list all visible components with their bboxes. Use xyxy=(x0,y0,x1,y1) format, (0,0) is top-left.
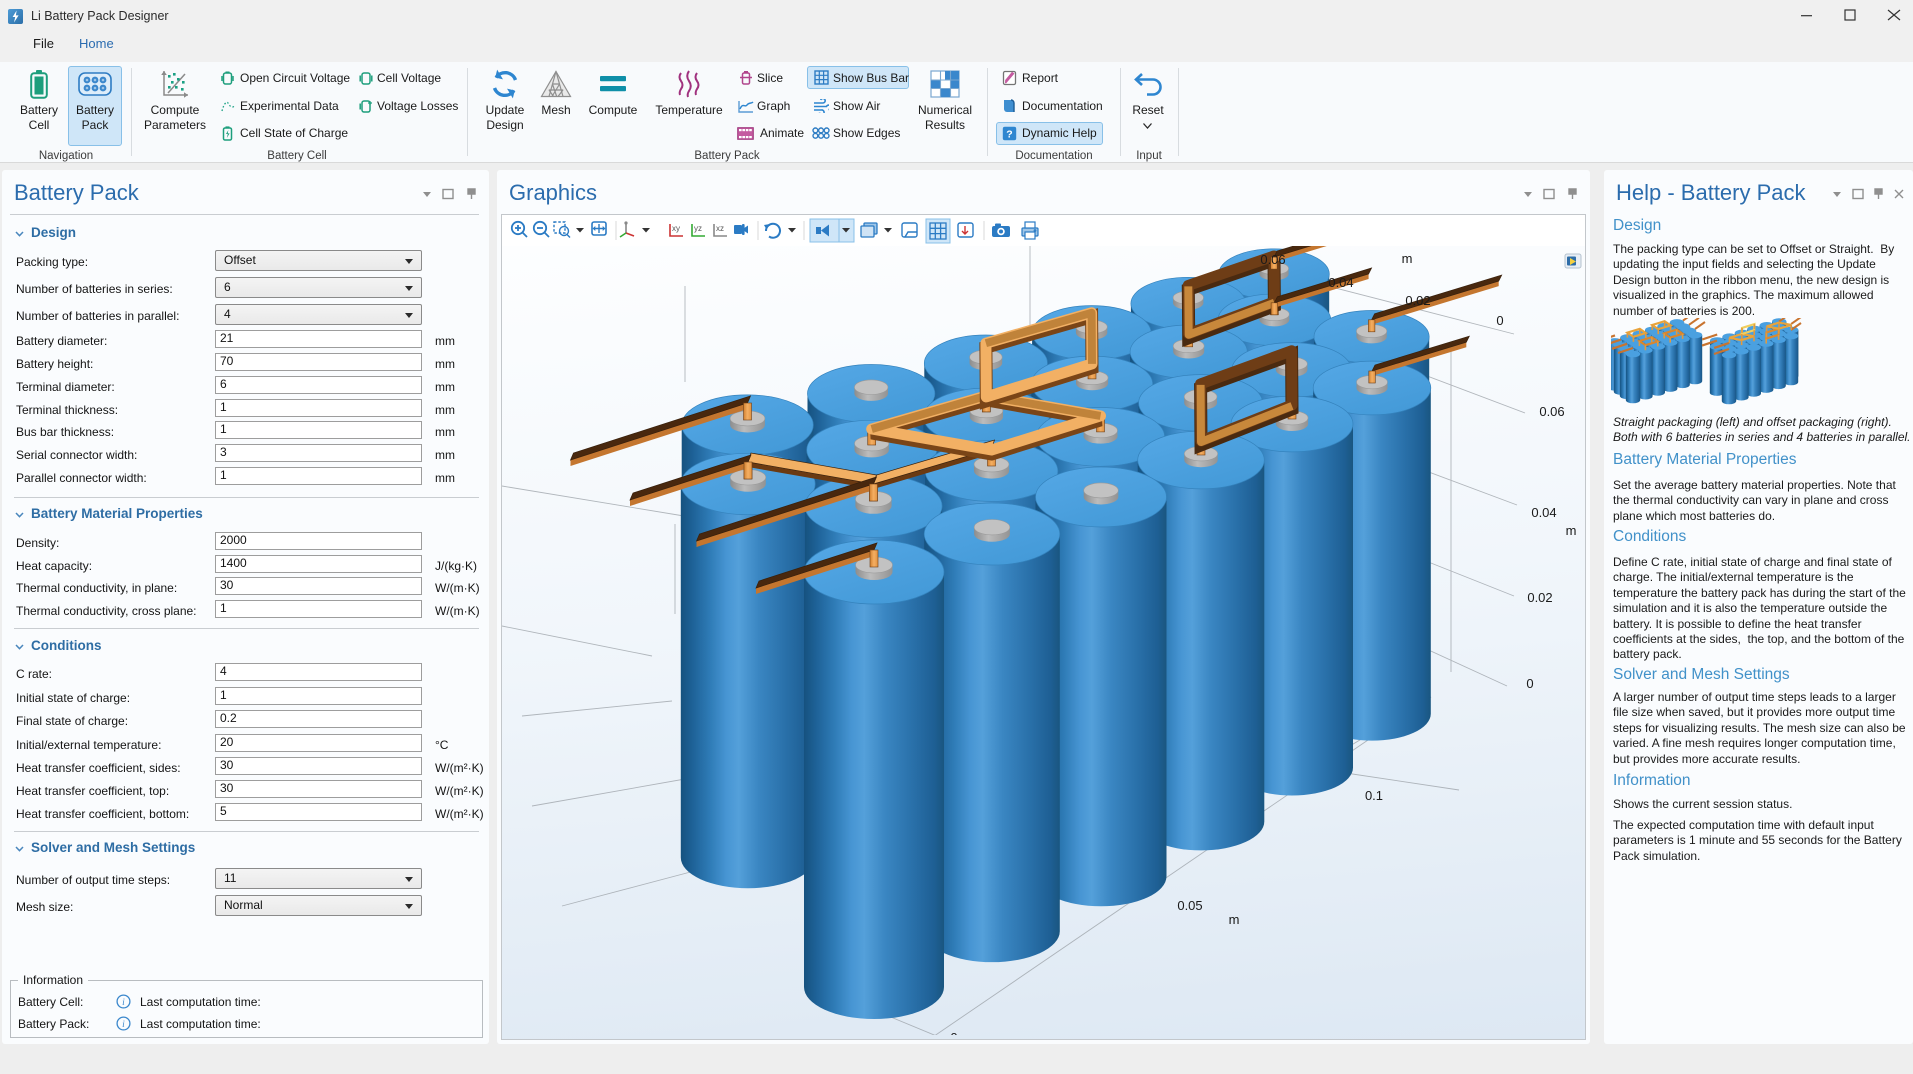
svg-text:yz: yz xyxy=(694,224,702,233)
svg-text:xz: xz xyxy=(716,224,724,233)
svg-text:i: i xyxy=(122,1020,125,1030)
svg-text:0.06: 0.06 xyxy=(1260,252,1285,267)
svg-text:0: 0 xyxy=(1496,313,1503,328)
svg-text:m: m xyxy=(1566,523,1577,538)
svg-text:0: 0 xyxy=(950,1030,957,1035)
svg-text:0.04: 0.04 xyxy=(1328,275,1353,290)
svg-text:?: ? xyxy=(1006,128,1012,140)
svg-text:0.05: 0.05 xyxy=(1177,898,1202,913)
svg-text:m: m xyxy=(1402,251,1413,266)
svg-text:0.06: 0.06 xyxy=(1539,404,1564,419)
svg-text:0.02: 0.02 xyxy=(1527,590,1552,605)
svg-text:m: m xyxy=(1229,912,1240,927)
svg-text:i: i xyxy=(122,998,125,1008)
svg-text:0: 0 xyxy=(1526,676,1533,691)
svg-text:xy: xy xyxy=(672,224,680,233)
svg-text:0.02: 0.02 xyxy=(1405,293,1430,308)
svg-text:0.1: 0.1 xyxy=(1365,788,1383,803)
svg-text:0.04: 0.04 xyxy=(1531,505,1556,520)
